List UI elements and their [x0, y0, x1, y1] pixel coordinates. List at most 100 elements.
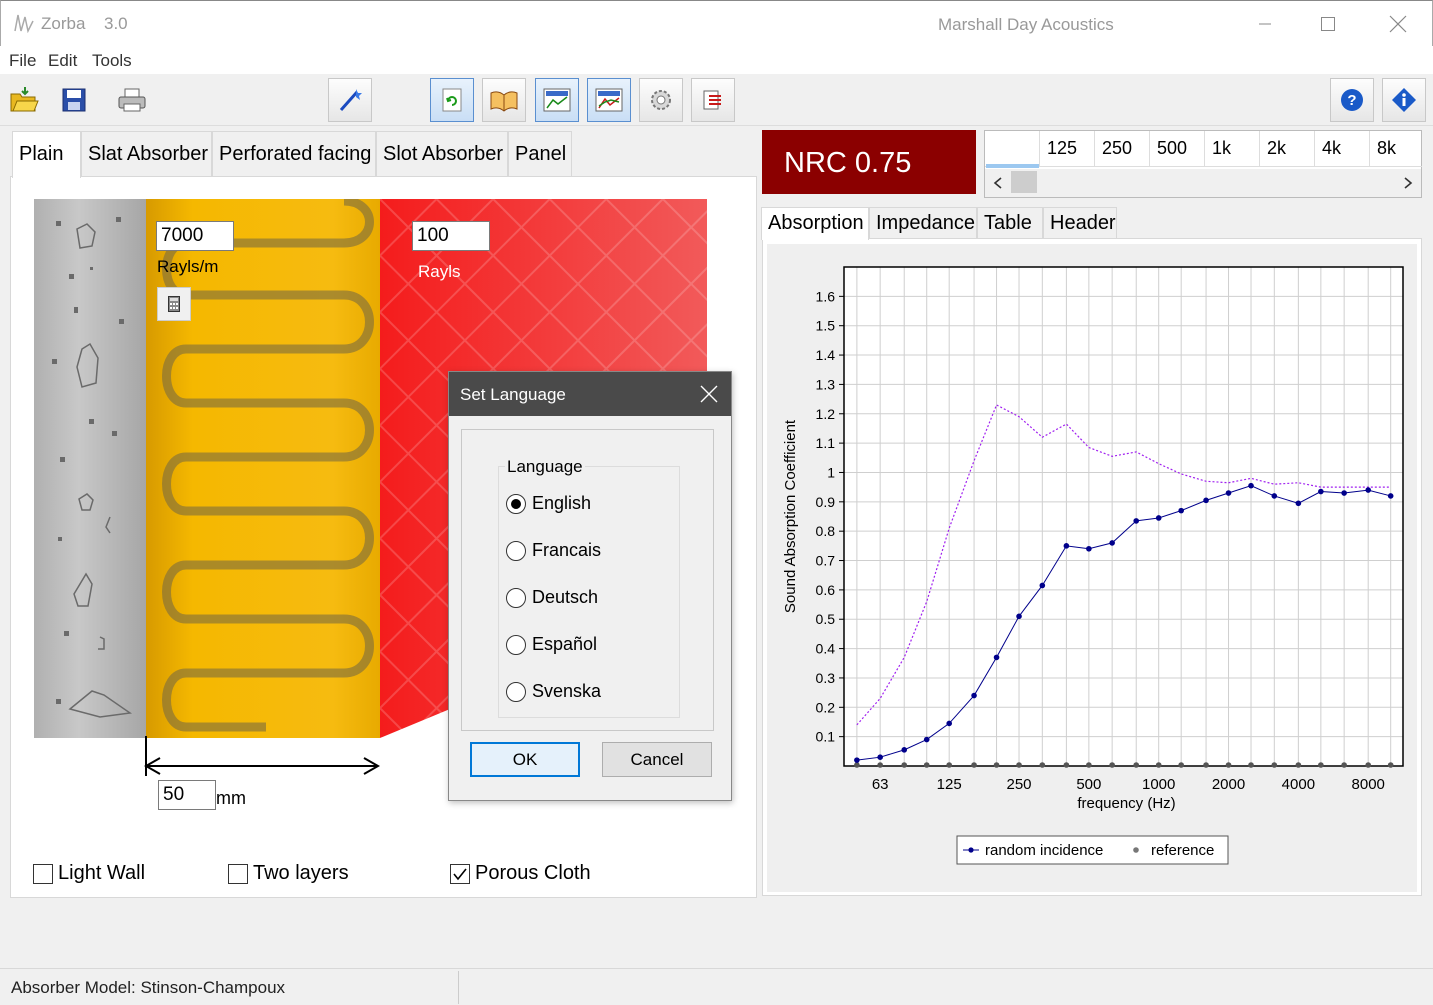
cloth-resistance-input[interactable]: 100	[412, 221, 490, 251]
flow-resistivity-input[interactable]: 7000	[156, 221, 234, 251]
cancel-button[interactable]: Cancel	[602, 742, 712, 777]
reference-point	[1387, 762, 1394, 768]
tab-plain[interactable]: Plain	[12, 131, 81, 178]
settings-button[interactable]	[639, 78, 683, 122]
radio-espanol-label: Español	[532, 634, 598, 654]
tab-slot-absorber[interactable]: Slot Absorber	[376, 131, 508, 176]
radio-deutsch-circle[interactable]	[506, 587, 526, 608]
print-button[interactable]	[110, 78, 154, 122]
y-tick-label: 0.3	[816, 670, 836, 686]
maximize-button[interactable]	[1305, 9, 1351, 39]
radio-espanol[interactable]: Español	[506, 634, 597, 655]
export-button[interactable]	[691, 78, 735, 122]
absorption-chart: 0.1 0.2 0.3 0.4 0.5 0.6 0.7 0.8 0.9 1 1.1 1.2 1.3 1.4…	[782, 266, 1404, 865]
scroll-left-icon[interactable]	[993, 177, 1003, 189]
menu-tools[interactable]: Tools	[92, 51, 132, 71]
radio-english[interactable]: English	[506, 493, 591, 514]
band-header: 1k	[1205, 131, 1260, 167]
random-incidence-point	[1155, 515, 1162, 521]
two-layers-box[interactable]	[228, 863, 248, 884]
calculate-button[interactable]	[328, 78, 372, 122]
help-button[interactable]: ?	[1330, 78, 1374, 122]
y-tick-label: 0.9	[816, 494, 836, 510]
scroll-right-icon[interactable]	[1403, 177, 1413, 189]
radio-francais-circle[interactable]	[506, 540, 526, 561]
x-tick-label: 125	[937, 776, 962, 793]
dialog-close-button[interactable]	[697, 382, 721, 406]
y-tick-label: 1	[827, 464, 835, 480]
settings-gear-icon	[651, 90, 671, 110]
about-button[interactable]	[1382, 78, 1426, 122]
y-tick-label: 0.8	[816, 523, 836, 539]
light-wall-box[interactable]	[33, 863, 53, 884]
y-tick-label: 0.6	[816, 582, 836, 598]
y-tick-label: 0.2	[816, 699, 836, 715]
y-tick-label: 1.1	[816, 435, 836, 451]
open-button[interactable]	[2, 78, 46, 122]
band-header-blank	[985, 131, 1040, 167]
reference-point	[1318, 762, 1324, 768]
refresh-icon	[442, 88, 462, 112]
zorba-logo-icon	[14, 14, 34, 33]
nrc-display: NRC 0.75	[762, 130, 976, 194]
random-incidence-point	[1063, 543, 1070, 549]
band-header: 250	[1095, 131, 1150, 167]
radio-espanol-circle[interactable]	[506, 634, 526, 655]
random-incidence-point	[1341, 490, 1347, 496]
radio-svenska-circle[interactable]	[506, 681, 526, 702]
library-button[interactable]	[482, 78, 526, 122]
radio-svenska[interactable]: Svenska	[506, 681, 601, 702]
thickness-dimension-arrow	[144, 736, 381, 776]
x-tick-label: 63	[872, 776, 889, 793]
two-layers-checkbox[interactable]: Two layers	[228, 862, 349, 885]
menu-edit[interactable]: Edit	[48, 51, 77, 71]
tab-absorption[interactable]: Absorption	[761, 207, 869, 240]
chart-view-icon	[543, 88, 571, 112]
radio-francais[interactable]: Francais	[506, 540, 601, 561]
tab-header[interactable]: Header	[1043, 207, 1117, 238]
minimize-button[interactable]	[1242, 9, 1288, 39]
y-tick-label: 1.4	[816, 347, 836, 363]
save-disk-icon	[62, 88, 86, 112]
ok-button[interactable]: OK	[470, 742, 580, 777]
x-tick-label: 500	[1076, 776, 1101, 793]
porous-cloth-box[interactable]	[450, 863, 470, 884]
reference-point	[1203, 762, 1209, 768]
band-header: 500	[1150, 131, 1205, 167]
reference-point	[877, 762, 883, 768]
save-button[interactable]	[52, 78, 96, 122]
band-header: 2k	[1260, 131, 1315, 167]
tab-table[interactable]: Table	[977, 207, 1043, 238]
maximize-icon	[1321, 17, 1335, 31]
calculator-button[interactable]	[157, 287, 191, 321]
radio-english-label: English	[532, 493, 592, 513]
svg-text:?: ?	[1347, 92, 1356, 109]
porous-cloth-checkbox[interactable]: Porous Cloth	[450, 862, 591, 885]
chart-view-button[interactable]	[535, 78, 579, 122]
refresh-button[interactable]	[430, 78, 474, 122]
menu-file[interactable]: File	[9, 51, 36, 71]
radio-english-circle[interactable]	[506, 493, 526, 514]
reference-point	[1248, 762, 1254, 768]
reference-point	[971, 762, 977, 768]
scrollbar-thumb[interactable]	[1011, 171, 1037, 193]
random-incidence-point	[1318, 488, 1324, 495]
horizontal-scrollbar[interactable]	[985, 169, 1421, 197]
tab-perforated-facing[interactable]: Perforated facing	[212, 131, 376, 176]
toolbar: ?	[0, 74, 1433, 126]
thickness-input[interactable]: 50	[158, 780, 216, 810]
tab-slat-absorber[interactable]: Slat Absorber	[81, 131, 212, 176]
tab-panel[interactable]: Panel	[508, 131, 572, 176]
band-header: 4k	[1315, 131, 1370, 167]
light-wall-checkbox[interactable]: Light Wall	[33, 862, 145, 885]
chart-compare-button[interactable]	[587, 78, 631, 122]
reference-point	[1341, 762, 1347, 768]
reference-point	[1109, 762, 1115, 768]
reference-point	[854, 762, 860, 768]
close-button[interactable]	[1375, 9, 1421, 39]
open-folder-icon	[10, 87, 39, 112]
tab-impedance[interactable]: Impedance	[869, 207, 977, 238]
y-axis-label: Sound Absorption Coefficient	[782, 419, 799, 613]
radio-deutsch[interactable]: Deutsch	[506, 587, 598, 608]
reference-point	[1063, 762, 1070, 768]
